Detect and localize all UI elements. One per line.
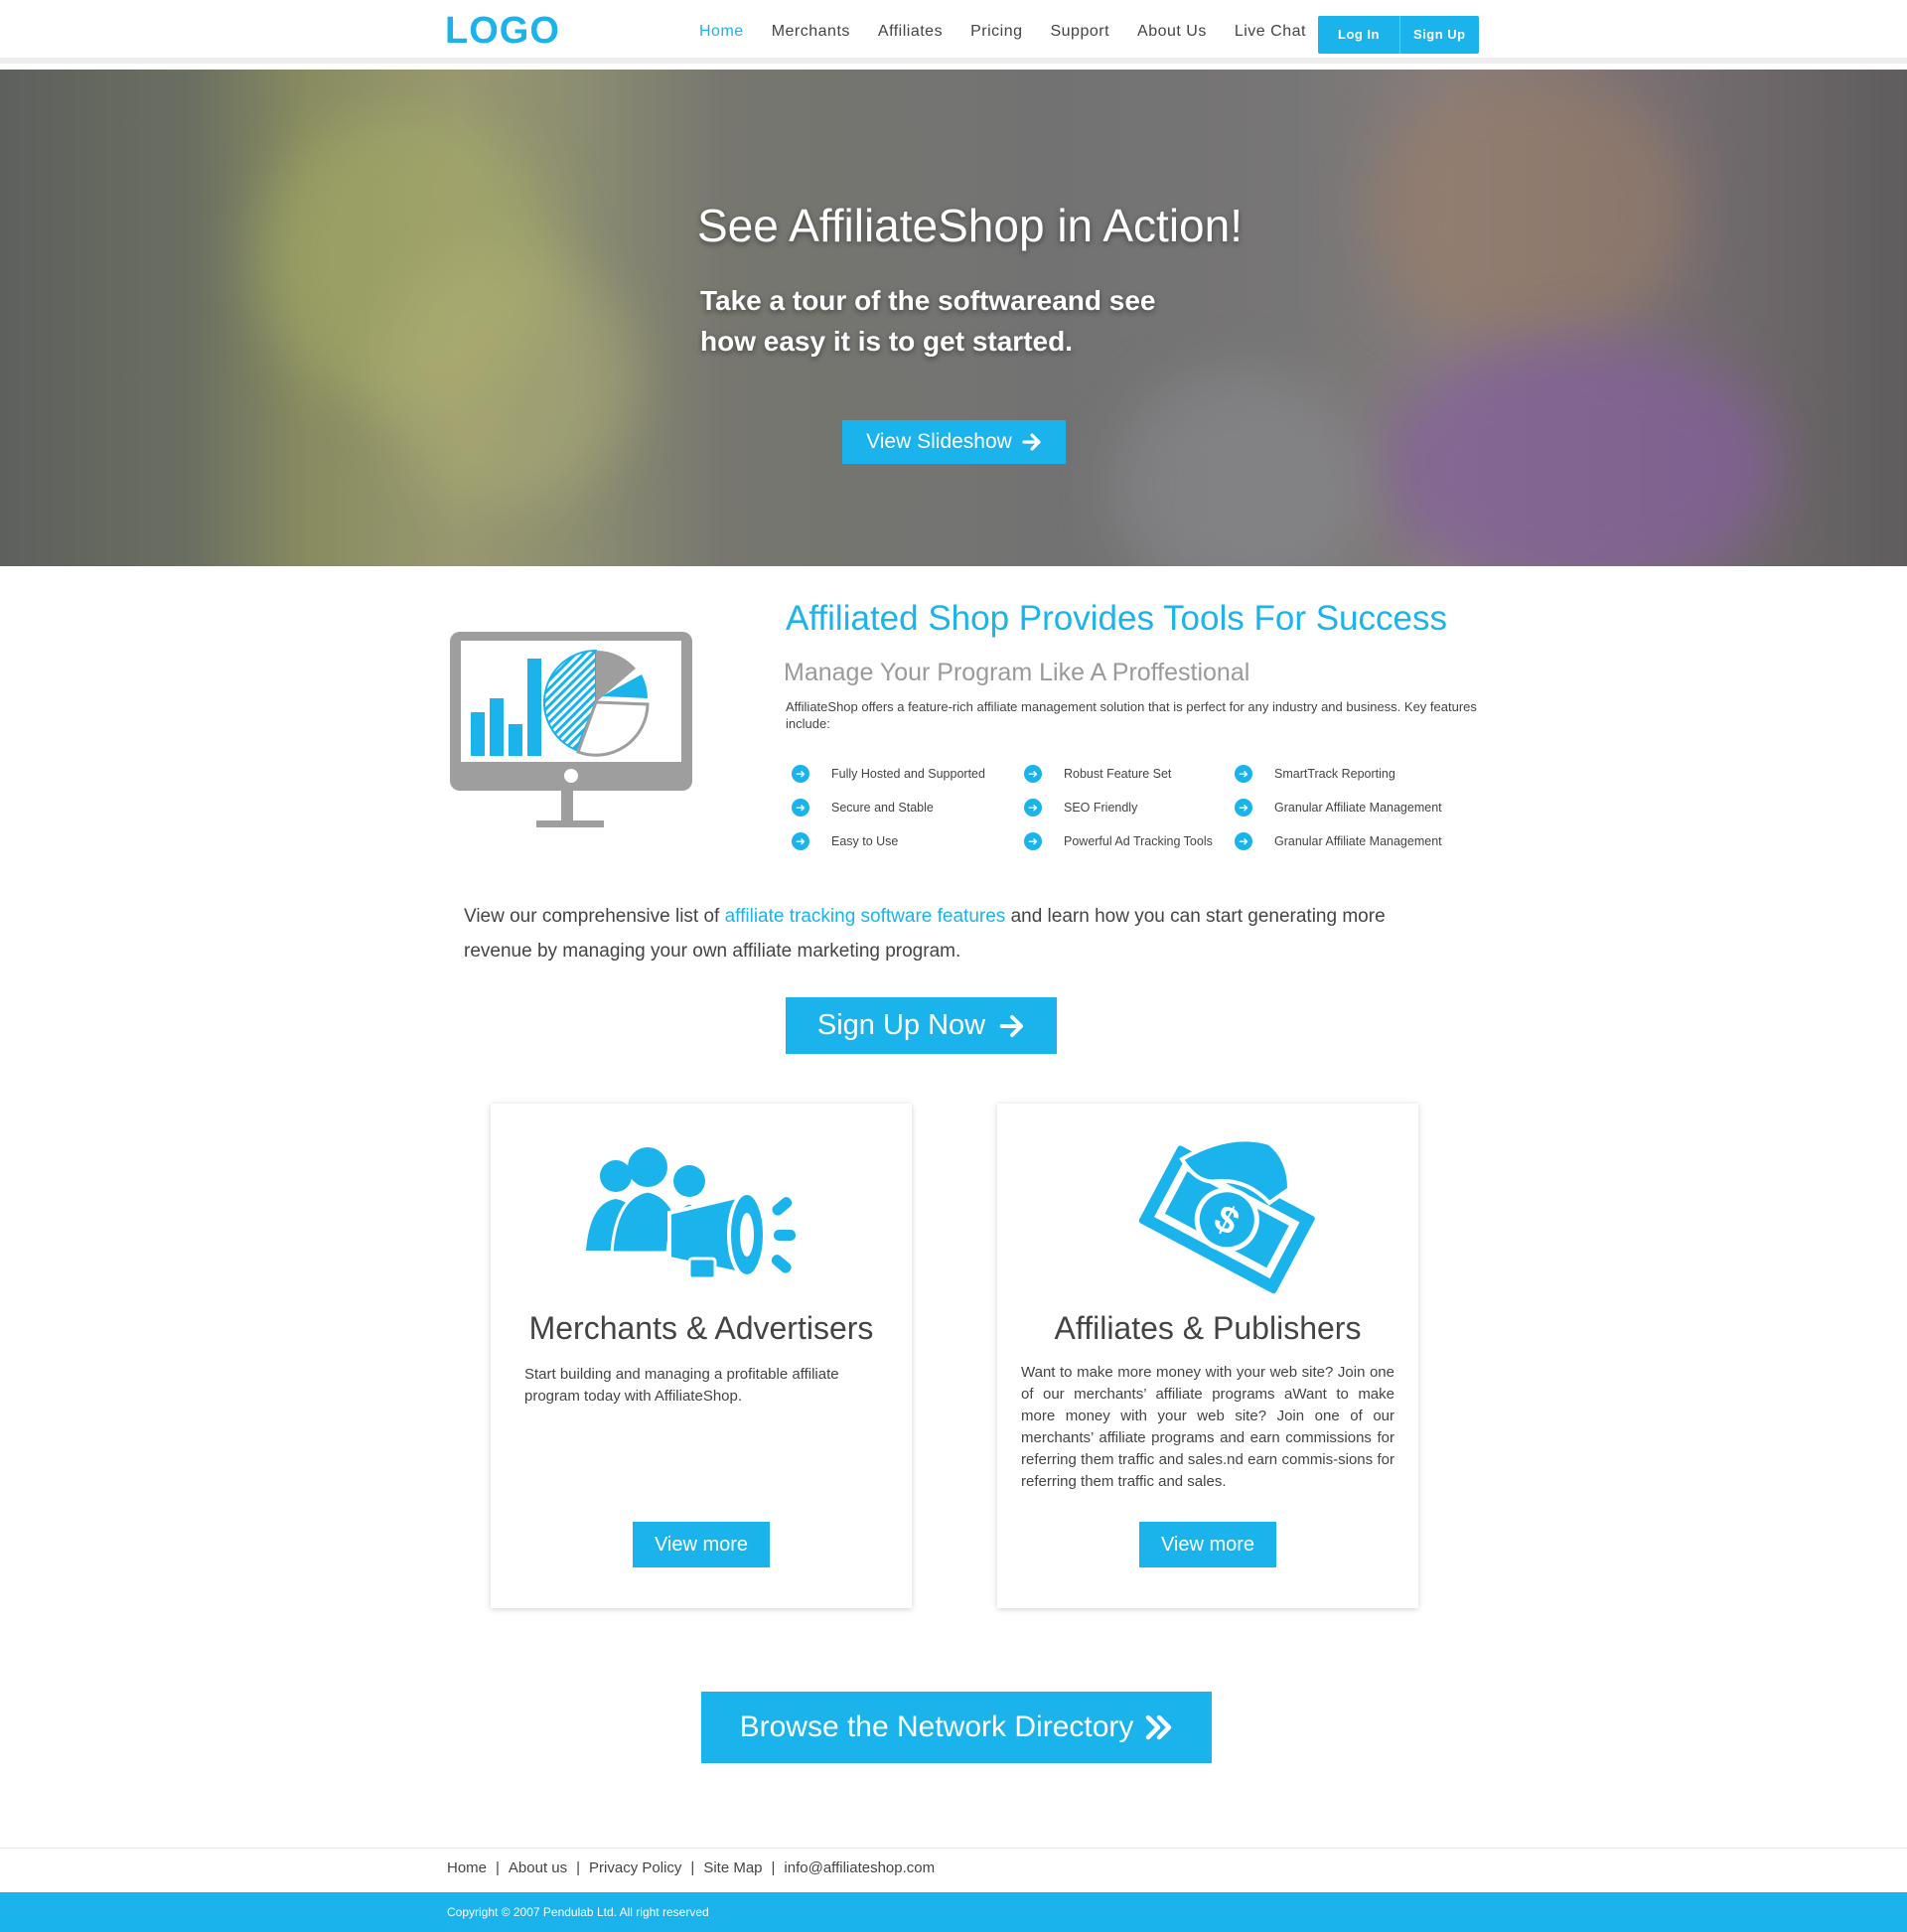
footer-separator: | (771, 1859, 776, 1876)
view-slideshow-label: View Slideshow (866, 430, 1012, 453)
main-nav: Home Merchants Affiliates Pricing Suppor… (685, 0, 1320, 64)
merchants-card: Merchants & Advertisers Start building a… (491, 1104, 912, 1608)
feature-label: Secure and Stable (831, 801, 934, 815)
footer-separator: | (690, 1859, 695, 1876)
feature-item: ➜ SEO Friendly (1024, 799, 1137, 817)
megaphone-people-icon (586, 1147, 796, 1280)
header: LOGO Home Merchants Affiliates Pricing S… (0, 0, 1907, 64)
merchants-card-title: Merchants & Advertisers (528, 1310, 874, 1346)
footer-link-about[interactable]: About us (509, 1859, 567, 1876)
affiliates-card-title: Affiliates & Publishers (1054, 1310, 1362, 1346)
browse-directory-button[interactable]: Browse the Network Directory (701, 1692, 1212, 1763)
arrow-right-icon: ➜ (792, 832, 809, 850)
nav-pricing[interactable]: Pricing (970, 23, 1022, 41)
feature-label: Robust Feature Set (1064, 767, 1172, 781)
money-hand-icon: $ (1138, 1139, 1315, 1294)
feature-item: ➜ Fully Hosted and Supported (792, 765, 985, 783)
arrow-right-icon (1022, 433, 1041, 451)
arrow-right-icon (999, 1014, 1024, 1037)
footer-link-sitemap[interactable]: Site Map (703, 1859, 762, 1876)
affiliates-view-more-button[interactable]: View more (1139, 1522, 1276, 1567)
view-slideshow-button[interactable]: View Slideshow (842, 420, 1066, 464)
merchants-card-text: Start building and managing a profitable… (524, 1366, 839, 1405)
merchants-view-more-button[interactable]: View more (633, 1522, 770, 1567)
feature-label: Fully Hosted and Supported (831, 767, 985, 781)
arrow-right-icon: ➜ (1235, 832, 1252, 850)
browse-directory-label: Browse the Network Directory (739, 1710, 1134, 1743)
feature-label: Easy to Use (831, 834, 899, 848)
nav-about-us[interactable]: About Us (1137, 23, 1207, 41)
features-link[interactable]: affiliate tracking software features (725, 906, 1006, 927)
arrow-right-icon: ➜ (1235, 799, 1252, 817)
feature-item: ➜ Granular Affiliate Management (1235, 799, 1442, 817)
feature-item: ➜ Easy to Use (792, 832, 898, 850)
feature-item: ➜ SmartTrack Reporting (1235, 765, 1395, 783)
feature-label: Granular Affiliate Management (1274, 801, 1442, 815)
sign-up-now-button[interactable]: Sign Up Now (786, 997, 1057, 1054)
footer-separator: | (496, 1859, 500, 1876)
feature-item: ➜ Powerful Ad Tracking Tools (1024, 832, 1213, 850)
tools-description: AffiliateShop offers a feature-rich affi… (786, 699, 1477, 731)
feature-label: Powerful Ad Tracking Tools (1064, 834, 1213, 848)
double-chevron-icon (1146, 1714, 1172, 1740)
feature-item: ➜ Secure and Stable (792, 799, 934, 817)
affiliates-card-text: Want to make more money with your web si… (1021, 1364, 1394, 1490)
auth-buttons: Log In Sign Up (1318, 16, 1479, 54)
login-button[interactable]: Log In (1318, 16, 1399, 54)
footer-divider (0, 1848, 1907, 1849)
tools-title: Affiliated Shop Provides Tools For Succe… (786, 599, 1447, 638)
arrow-right-icon: ➜ (1235, 765, 1252, 783)
hero-banner: See AffiliateShop in Action! Take a tour… (0, 70, 1907, 566)
affiliates-card: $ Affiliates & Publishers Want to make m… (997, 1104, 1418, 1608)
arrow-right-icon: ➜ (792, 765, 809, 783)
lead-text-before: View our comprehensive list of (464, 906, 725, 927)
nav-home[interactable]: Home (699, 23, 744, 41)
feature-label: Granular Affiliate Management (1274, 834, 1442, 848)
nav-affiliates[interactable]: Affiliates (878, 23, 943, 41)
nav-merchants[interactable]: Merchants (772, 23, 850, 41)
tools-subtitle: Manage Your Program Like A Proffestional (784, 659, 1250, 686)
arrow-right-icon: ➜ (1024, 832, 1042, 850)
footer-links: Home | About us | Privacy Policy | Site … (447, 1859, 935, 1876)
hero-subtitle: Take a tour of the softwareand see how e… (700, 285, 1156, 357)
arrow-right-icon: ➜ (1024, 799, 1042, 817)
footer-link-email[interactable]: info@affiliateshop.com (784, 1859, 935, 1876)
lead-paragraph: View our comprehensive list of affiliate… (464, 899, 1447, 968)
feature-item: ➜ Granular Affiliate Management (1235, 832, 1442, 850)
arrow-right-icon: ➜ (1024, 765, 1042, 783)
logo[interactable]: LOGO (445, 10, 560, 53)
nav-live-chat[interactable]: Live Chat (1235, 23, 1306, 41)
footer-bar: Copyright © 2007 Pendulab Ltd. All right… (0, 1892, 1907, 1932)
feature-item: ➜ Robust Feature Set (1024, 765, 1171, 783)
nav-support[interactable]: Support (1050, 23, 1109, 41)
footer-separator: | (576, 1859, 581, 1876)
feature-label: SmartTrack Reporting (1274, 767, 1395, 781)
monitor-chart-icon (450, 632, 692, 827)
footer-link-privacy[interactable]: Privacy Policy (589, 1859, 681, 1876)
hero-title: See AffiliateShop in Action! (697, 200, 1243, 251)
copyright-text: Copyright © 2007 Pendulab Ltd. All right… (447, 1905, 709, 1919)
sign-up-now-label: Sign Up Now (816, 1009, 986, 1041)
arrow-right-icon: ➜ (792, 799, 809, 817)
signup-button[interactable]: Sign Up (1399, 16, 1479, 54)
footer-link-home[interactable]: Home (447, 1859, 487, 1876)
feature-label: SEO Friendly (1064, 801, 1138, 815)
